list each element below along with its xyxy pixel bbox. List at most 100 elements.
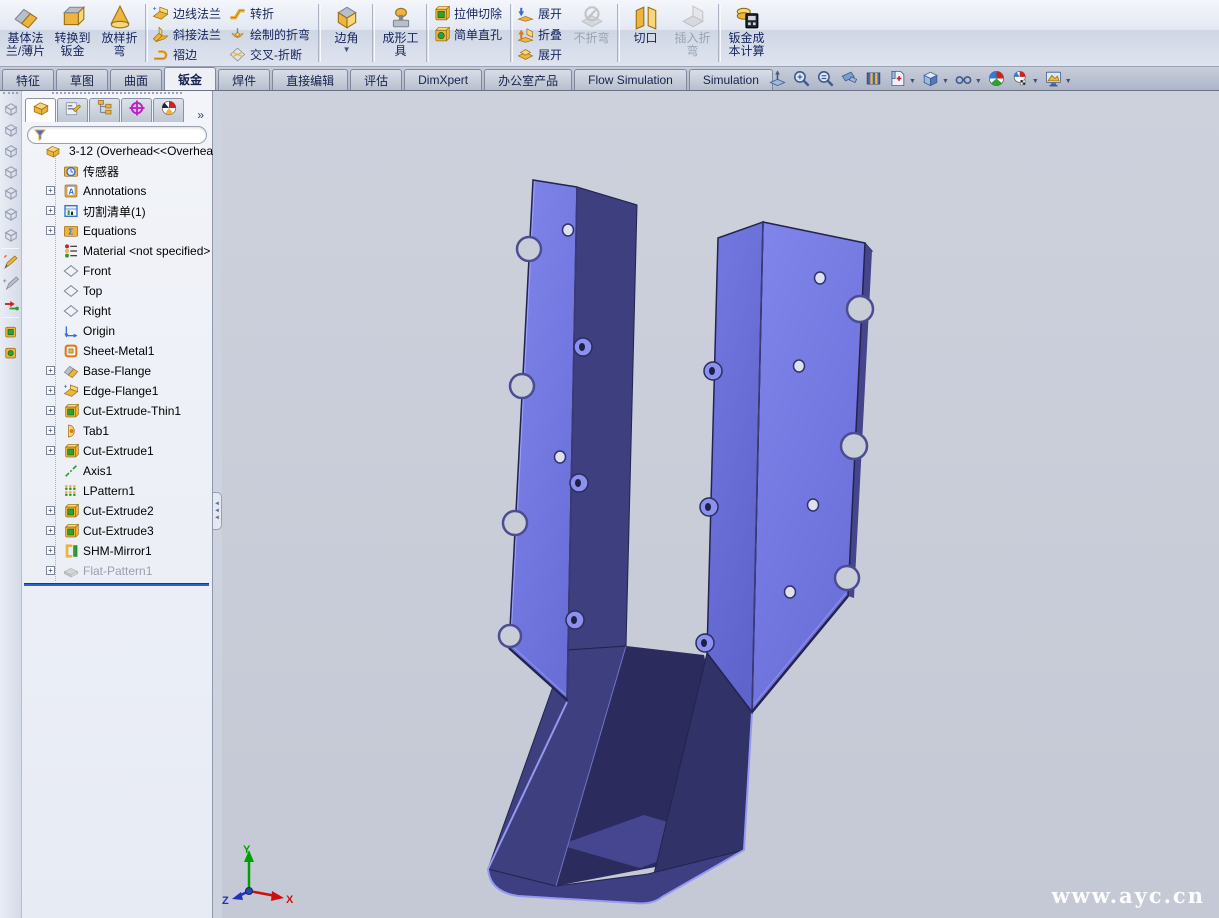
- expand-toggle[interactable]: +: [46, 226, 55, 235]
- tree-item-Sheet-Metal1[interactable]: Sheet-Metal1: [22, 341, 212, 361]
- expand-toggle[interactable]: +: [46, 186, 55, 195]
- tree-item-Tab1[interactable]: +Tab1: [22, 421, 212, 441]
- view-cube-2-icon[interactable]: [2, 121, 20, 139]
- graphics-area[interactable]: Y X Z www.ayc.cn: [222, 91, 1219, 918]
- ribbon-button-cross-break[interactable]: 交叉-折断: [227, 44, 316, 65]
- ribbon-button-sketched-bend[interactable]: 绘制的折弯: [227, 24, 316, 45]
- sketch-icon[interactable]: [2, 253, 20, 271]
- viewtool-annotation-view[interactable]: ▼: [888, 69, 916, 93]
- panel-tab-displaymanager[interactable]: [153, 98, 184, 122]
- panel-tab-propertymanager[interactable]: [57, 98, 88, 122]
- viewtool-realview-graphics[interactable]: [987, 69, 1006, 93]
- tab-办公室产品[interactable]: 办公室产品: [484, 69, 572, 90]
- tree-item-Base-Flange[interactable]: +Base-Flange: [22, 361, 212, 381]
- expand-toggle[interactable]: +: [46, 366, 55, 375]
- part-seat[interactable]: [488, 646, 752, 903]
- reference-geometry-icon[interactable]: [2, 295, 20, 313]
- ribbon-button-miter-flange[interactable]: 斜接法兰: [150, 24, 227, 45]
- tree-item-Annotations[interactable]: +AAnnotations: [22, 181, 212, 201]
- tree-item-LPattern1[interactable]: LPattern1: [22, 481, 212, 501]
- viewtool-zoom-in-out[interactable]: [816, 69, 835, 93]
- viewtool-previous-view[interactable]: [840, 69, 859, 93]
- ribbon-button-flatten[interactable]: 展开: [515, 44, 568, 65]
- tab-评估[interactable]: 评估: [350, 69, 402, 90]
- ribbon-button-fold[interactable]: 折叠: [515, 24, 568, 45]
- ribbon-button-edge-flange[interactable]: +边线法兰: [150, 3, 227, 24]
- view-cube-iso-icon[interactable]: [2, 226, 20, 244]
- view-cube-6-icon[interactable]: [2, 205, 20, 223]
- ribbon-button-unfold[interactable]: 展开: [515, 3, 568, 24]
- tree-item-Front[interactable]: Front: [22, 261, 212, 281]
- tree-item-Cut-Extrude3[interactable]: +Cut-Extrude3: [22, 521, 212, 541]
- expand-toggle[interactable]: +: [46, 206, 55, 215]
- dropdown-arrow-icon[interactable]: ▼: [1065, 78, 1072, 85]
- viewtool-view-orientation[interactable]: ▼: [921, 69, 949, 93]
- tree-item-Top[interactable]: Top: [22, 281, 212, 301]
- dropdown-arrow-icon[interactable]: ▼: [909, 78, 916, 85]
- tree-item-SHM-Mirror1[interactable]: +SHM-Mirror1: [22, 541, 212, 561]
- ribbon-button-corner[interactable]: 边角▼: [323, 1, 370, 65]
- viewtool-zoom-to-fit[interactable]: [768, 69, 787, 93]
- viewtool-apply-scene[interactable]: ▼: [1044, 69, 1072, 93]
- tab-焊件[interactable]: 焊件: [218, 69, 270, 90]
- tree-item-3-12-Overhead-Overhead[interactable]: 3-12 (Overhead<<Overhead: [22, 141, 212, 161]
- tree-item-Edge-Flange1[interactable]: ++Edge-Flange1: [22, 381, 212, 401]
- tab-草图[interactable]: 草图: [56, 69, 108, 90]
- dropdown-arrow-icon[interactable]: ▼: [942, 78, 949, 85]
- part-right-plate[interactable]: [696, 222, 873, 712]
- sketch-3d-icon[interactable]: +: [2, 274, 20, 292]
- tab-直接编辑[interactable]: 直接编辑: [272, 69, 348, 90]
- tree-item-Equations[interactable]: +ΣEquations: [22, 221, 212, 241]
- ribbon-button-forming-tool[interactable]: 成形工具: [377, 1, 424, 65]
- tree-item--1-[interactable]: +切割清单(1): [22, 201, 212, 221]
- expand-toggle[interactable]: +: [46, 426, 55, 435]
- viewtool-edit-appearance[interactable]: ▼: [1011, 69, 1039, 93]
- dropdown-arrow-icon[interactable]: ▼: [1032, 78, 1039, 85]
- viewtool-zoom-to-area[interactable]: [792, 69, 811, 93]
- expand-toggle[interactable]: +: [46, 546, 55, 555]
- expand-toggle[interactable]: +: [46, 406, 55, 415]
- expand-toggle[interactable]: +: [46, 446, 55, 455]
- tree-item--[interactable]: 传感器: [22, 161, 212, 181]
- dropdown-arrow-icon[interactable]: ▼: [343, 46, 351, 54]
- ribbon-button-lofted-bend[interactable]: 放样折弯: [96, 1, 143, 65]
- panel-tab-overflow[interactable]: »: [197, 108, 204, 122]
- dropdown-arrow-icon[interactable]: ▼: [975, 78, 982, 85]
- tree-item-Cut-Extrude1[interactable]: +Cut-Extrude1: [22, 441, 212, 461]
- tree-item-Right[interactable]: Right: [22, 301, 212, 321]
- ribbon-button-base-flange[interactable]: 基体法兰/薄片: [2, 1, 49, 65]
- extrude-boss-icon[interactable]: [2, 322, 20, 340]
- view-cube-1-icon[interactable]: [2, 100, 20, 118]
- viewtool-display-style[interactable]: ▼: [954, 69, 982, 93]
- part-left-plate[interactable]: [499, 180, 637, 700]
- panel-collapse-handle[interactable]: ◄ ◄ ◄: [213, 492, 222, 530]
- expand-toggle[interactable]: +: [46, 506, 55, 515]
- tree-item-Cut-Extrude2[interactable]: +Cut-Extrude2: [22, 501, 212, 521]
- panel-tab-configurationmanager[interactable]: [89, 98, 120, 122]
- view-cube-3-icon[interactable]: [2, 142, 20, 160]
- expand-toggle[interactable]: +: [46, 386, 55, 395]
- rollback-bar[interactable]: [24, 583, 209, 586]
- ribbon-button-sheetmetal-cost[interactable]: 钣金成本计算: [723, 1, 770, 65]
- panel-tab-featuremanager-tree[interactable]: [25, 98, 56, 122]
- tab-钣金[interactable]: 钣金: [164, 67, 216, 90]
- viewtool-section-view[interactable]: [864, 69, 883, 93]
- tab-DimXpert[interactable]: DimXpert: [404, 69, 482, 90]
- ribbon-button-rip[interactable]: 切口: [622, 1, 669, 65]
- tree-item-Axis1[interactable]: Axis1: [22, 461, 212, 481]
- tab-Flow Simulation[interactable]: Flow Simulation: [574, 69, 687, 90]
- tab-Simulation[interactable]: Simulation: [689, 69, 773, 90]
- extrude-cut-icon[interactable]: [2, 343, 20, 361]
- tree-item-Material-not-specified-[interactable]: Material <not specified>: [22, 241, 212, 261]
- ribbon-button-convert-to-sheetmetal[interactable]: 转换到钣金: [49, 1, 96, 65]
- view-cube-5-icon[interactable]: [2, 184, 20, 202]
- expand-toggle[interactable]: +: [46, 526, 55, 535]
- view-cube-4-icon[interactable]: [2, 163, 20, 181]
- filter-input[interactable]: [50, 129, 200, 141]
- ribbon-button-simple-hole[interactable]: 简单直孔: [431, 24, 508, 45]
- tree-item-Cut-Extrude-Thin1[interactable]: +Cut-Extrude-Thin1: [22, 401, 212, 421]
- ribbon-button-hem[interactable]: 褶边: [150, 44, 227, 65]
- ribbon-button-extruded-cut[interactable]: 拉伸切除: [431, 3, 508, 24]
- tree-item-Flat-Pattern1[interactable]: +Flat-Pattern1: [22, 561, 212, 581]
- ribbon-button-jog[interactable]: 转折: [227, 3, 316, 24]
